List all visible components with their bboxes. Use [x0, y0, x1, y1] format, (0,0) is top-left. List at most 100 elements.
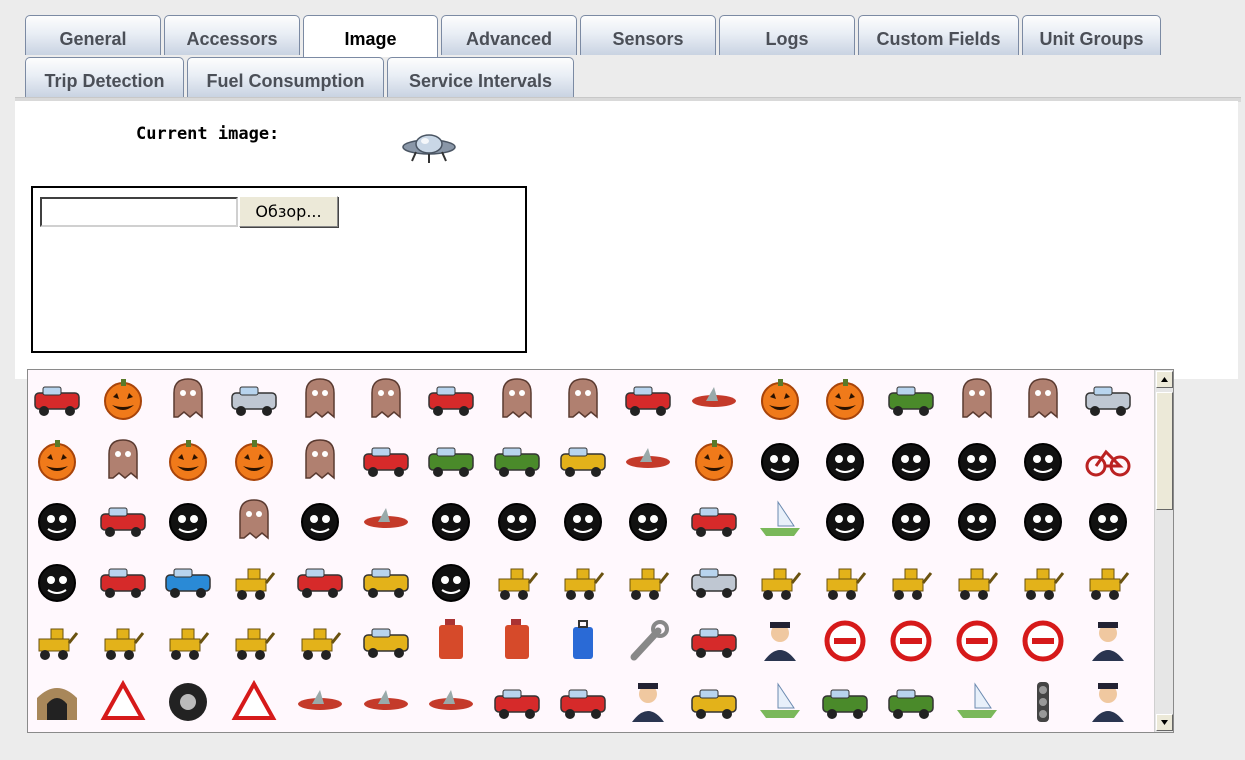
wheel-loader-icon[interactable]	[883, 553, 939, 609]
officer-flag-icon[interactable]	[620, 674, 676, 730]
officer-icon[interactable]	[1080, 613, 1136, 669]
no-parking-icon[interactable]	[949, 613, 1005, 669]
grumpy-face-icon[interactable]	[358, 371, 414, 427]
browse-button[interactable]: Обзор...	[239, 196, 338, 227]
dozer-icon[interactable]	[29, 613, 85, 669]
pumpkin-grin-icon[interactable]	[817, 371, 873, 427]
pumpkin-swirl-icon[interactable]	[160, 432, 216, 488]
pickup-icon[interactable]	[358, 553, 414, 609]
pumpkin-sad-icon[interactable]	[29, 432, 85, 488]
forklift-icon[interactable]	[292, 613, 348, 669]
yellow-monster-icon[interactable]	[555, 371, 611, 427]
black-truck-icon[interactable]	[423, 553, 479, 609]
striped-ball-icon[interactable]	[1015, 492, 1071, 548]
cars-icon[interactable]	[95, 492, 151, 548]
bomb-face-icon[interactable]	[29, 553, 85, 609]
dump-truck-icon[interactable]	[620, 553, 676, 609]
paper-bag-icon[interactable]	[95, 432, 151, 488]
sailboat-icon[interactable]	[752, 492, 808, 548]
armored-car-icon[interactable]	[817, 674, 873, 730]
scooter-icon[interactable]	[686, 613, 742, 669]
ambulance-icon[interactable]	[29, 371, 85, 427]
tab-fuel-consumption[interactable]: Fuel Consumption	[187, 57, 384, 97]
helicopter-icon[interactable]	[686, 371, 742, 427]
ghost-icon[interactable]	[949, 371, 1005, 427]
black-devil-icon[interactable]	[949, 492, 1005, 548]
sports-car-icon[interactable]	[555, 674, 611, 730]
hooded-figure-icon[interactable]	[160, 371, 216, 427]
tab-image[interactable]: Image	[303, 15, 438, 57]
luggage-icon[interactable]	[555, 613, 611, 669]
black-teeth-icon[interactable]	[949, 432, 1005, 488]
satellite-icon[interactable]	[358, 492, 414, 548]
traffic-light-icon[interactable]	[1015, 674, 1071, 730]
file-path-input[interactable]	[40, 197, 238, 227]
tow-truck-icon[interactable]	[686, 553, 742, 609]
pink-ghost-icon[interactable]	[292, 371, 348, 427]
red-octopus-icon[interactable]	[292, 432, 348, 488]
green-zombie-icon[interactable]	[1015, 371, 1071, 427]
tab-custom-fields[interactable]: Custom Fields	[858, 15, 1019, 55]
black-mouth-icon[interactable]	[555, 492, 611, 548]
tab-accessors[interactable]: Accessors	[164, 15, 300, 55]
black-money-icon[interactable]	[620, 492, 676, 548]
mechanic-icon[interactable]	[752, 613, 808, 669]
black-angry-teeth-icon[interactable]	[817, 432, 873, 488]
yield-sign-icon[interactable]	[95, 674, 151, 730]
no-entry-icon[interactable]	[817, 613, 873, 669]
warning-sign-icon[interactable]	[226, 674, 282, 730]
black-smiley-icon[interactable]	[752, 432, 808, 488]
black-shout-icon[interactable]	[292, 492, 348, 548]
small-plane-icon[interactable]	[358, 674, 414, 730]
tab-trip-detection[interactable]: Trip Detection	[25, 57, 184, 97]
no-vehicles-icon[interactable]	[1015, 613, 1071, 669]
crane-excavator-icon[interactable]	[555, 553, 611, 609]
black-grin-icon[interactable]	[883, 432, 939, 488]
scrollbar[interactable]	[1154, 370, 1173, 732]
black-crying-icon[interactable]	[160, 492, 216, 548]
excavator-icon[interactable]	[226, 553, 282, 609]
red-truck-icon[interactable]	[620, 371, 676, 427]
tab-advanced[interactable]: Advanced	[441, 15, 577, 55]
tab-service-intervals[interactable]: Service Intervals	[387, 57, 574, 97]
tractor-icon[interactable]	[489, 553, 545, 609]
tunnel-icon[interactable]	[29, 674, 85, 730]
silver-car-icon[interactable]	[226, 371, 282, 427]
airliner-icon[interactable]	[292, 674, 348, 730]
driver-icon[interactable]	[1080, 674, 1136, 730]
tab-unit-groups[interactable]: Unit Groups	[1022, 15, 1161, 55]
bulldozer-icon[interactable]	[752, 553, 808, 609]
black-eyes-icon[interactable]	[883, 492, 939, 548]
atv-icon[interactable]	[292, 553, 348, 609]
tab-logs[interactable]: Logs	[719, 15, 855, 55]
candle-icon[interactable]	[358, 432, 414, 488]
black-heart-icon[interactable]	[29, 492, 85, 548]
boat-icon[interactable]	[949, 674, 1005, 730]
airship-icon[interactable]	[423, 674, 479, 730]
no-overtaking-icon[interactable]	[883, 613, 939, 669]
scroll-up-button[interactable]	[1156, 371, 1173, 388]
black-face-icon[interactable]	[817, 492, 873, 548]
motorcycle-icon[interactable]	[686, 492, 742, 548]
van-icon[interactable]	[489, 674, 545, 730]
pumpkin-icon[interactable]	[752, 371, 808, 427]
road-roller-icon[interactable]	[95, 613, 151, 669]
blue-pickup-icon[interactable]	[358, 613, 414, 669]
green-truck-icon[interactable]	[883, 371, 939, 427]
tab-general[interactable]: General	[25, 15, 161, 55]
brown-monster-icon[interactable]	[489, 371, 545, 427]
tab-sensors[interactable]: Sensors	[580, 15, 716, 55]
tank-icon[interactable]	[423, 432, 479, 488]
police-car-icon[interactable]	[1080, 371, 1136, 427]
ufo-icon[interactable]	[620, 432, 676, 488]
black-flower-icon[interactable]	[423, 492, 479, 548]
fire-truck-icon[interactable]	[423, 371, 479, 427]
grader-icon[interactable]	[1015, 553, 1071, 609]
backhoe-icon[interactable]	[949, 553, 1005, 609]
blue-car-icon[interactable]	[160, 553, 216, 609]
front-loader-icon[interactable]	[160, 613, 216, 669]
jack-o-lantern-icon[interactable]	[95, 371, 151, 427]
gas-pump-icon[interactable]	[423, 613, 479, 669]
fuel-can-icon[interactable]	[489, 613, 545, 669]
scroll-down-button[interactable]	[1156, 714, 1173, 731]
